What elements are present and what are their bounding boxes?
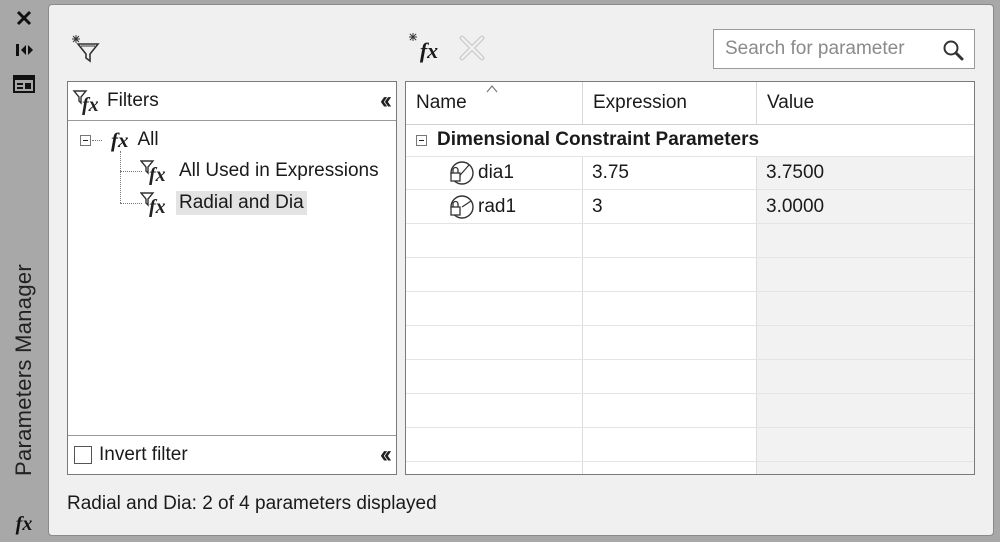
table-row[interactable]: rad1 3 3.0000 [406, 190, 974, 224]
empty-row [406, 224, 974, 258]
parameter-rows: dia1 3.75 3.7500 rad1 3 3.0000 [406, 156, 974, 462]
invert-filter-row: Invert filter ‹‹ [68, 435, 396, 474]
filter-fx-icon: fx [140, 189, 170, 217]
empty-row [406, 292, 974, 326]
palette-title: Parameters Manager [11, 263, 36, 477]
filter-fx-icon: fx [140, 157, 170, 185]
fx-icon: fx [419, 38, 439, 63]
column-header-expression[interactable]: Expression [582, 82, 756, 124]
search-input[interactable] [723, 37, 937, 61]
filters-title: Filters [107, 90, 159, 111]
fx-icon: fx [15, 512, 33, 535]
collapse-filters-button[interactable]: ‹‹ [380, 87, 392, 115]
empty-row [406, 326, 974, 360]
empty-row [406, 394, 974, 428]
new-filter-icon [72, 35, 100, 63]
dimensional-constraint-lock-icon [450, 160, 474, 185]
delete-x-icon [459, 35, 485, 61]
tree-item-all[interactable]: fx All [80, 126, 162, 154]
tree-item-radial-and-dia[interactable]: fx Radial and Dia [140, 189, 307, 217]
column-header-name[interactable]: Name [406, 82, 582, 124]
svg-text:fx: fx [149, 196, 166, 217]
filter-fx-icon: fx [72, 87, 104, 115]
svg-text:fx: fx [149, 164, 166, 185]
invert-filter-checkbox[interactable] [74, 446, 92, 464]
collapse-node-icon[interactable] [80, 134, 91, 146]
parameter-name-cell[interactable]: rad1 [446, 190, 582, 223]
parameters-manager-panel: fx fx Filters ‹‹ fx [48, 4, 994, 536]
parameter-value-cell: 3.7500 [766, 161, 825, 183]
grid-header: Name Expression Value [406, 82, 974, 125]
tree-item-all-used-in-expressions[interactable]: fx All Used in Expressions [140, 157, 382, 185]
search-icon[interactable] [942, 39, 964, 61]
parameter-name-cell[interactable]: dia1 [446, 156, 582, 189]
collapse-filters-bottom-button[interactable]: ‹‹ [380, 441, 392, 469]
empty-row [406, 360, 974, 394]
fx-icon: fx [111, 127, 129, 152]
empty-row [406, 258, 974, 292]
delete-button[interactable] [455, 33, 489, 63]
sparkle-icon [409, 33, 417, 41]
parameter-value-cell: 3.0000 [766, 195, 825, 217]
filters-pane: fx Filters ‹‹ fx All fx All Used in Expr… [67, 81, 397, 475]
close-icon[interactable] [10, 6, 38, 30]
palette-side-strip: Parameters Manager fx [0, 0, 48, 542]
empty-row [406, 428, 974, 462]
column-header-value[interactable]: Value [756, 82, 974, 124]
create-filter-button[interactable] [69, 33, 105, 65]
group-dimensional-constraint-parameters[interactable]: Dimensional Constraint Parameters [406, 124, 974, 157]
collapse-group-icon[interactable] [416, 134, 427, 146]
filters-header: fx Filters ‹‹ [68, 82, 396, 121]
auto-hide-icon[interactable] [10, 38, 38, 62]
svg-text:fx: fx [82, 94, 99, 115]
properties-icon[interactable] [10, 72, 38, 96]
search-box[interactable] [713, 29, 975, 69]
new-user-parameter-button[interactable]: fx [405, 31, 445, 65]
filter-tree: fx All fx All Used in Expressions fx Rad… [68, 121, 396, 433]
parameter-expression-cell[interactable]: 3.75 [592, 156, 752, 189]
table-row[interactable]: dia1 3.75 3.7500 [406, 156, 974, 190]
sort-ascending-icon [486, 85, 498, 93]
parameters-grid: Name Expression Value Dimensional Constr… [405, 81, 975, 475]
dimensional-constraint-lock-icon [450, 194, 474, 219]
parameter-expression-cell[interactable]: 3 [592, 190, 752, 223]
status-text: Radial and Dia: 2 of 4 parameters displa… [67, 493, 437, 514]
